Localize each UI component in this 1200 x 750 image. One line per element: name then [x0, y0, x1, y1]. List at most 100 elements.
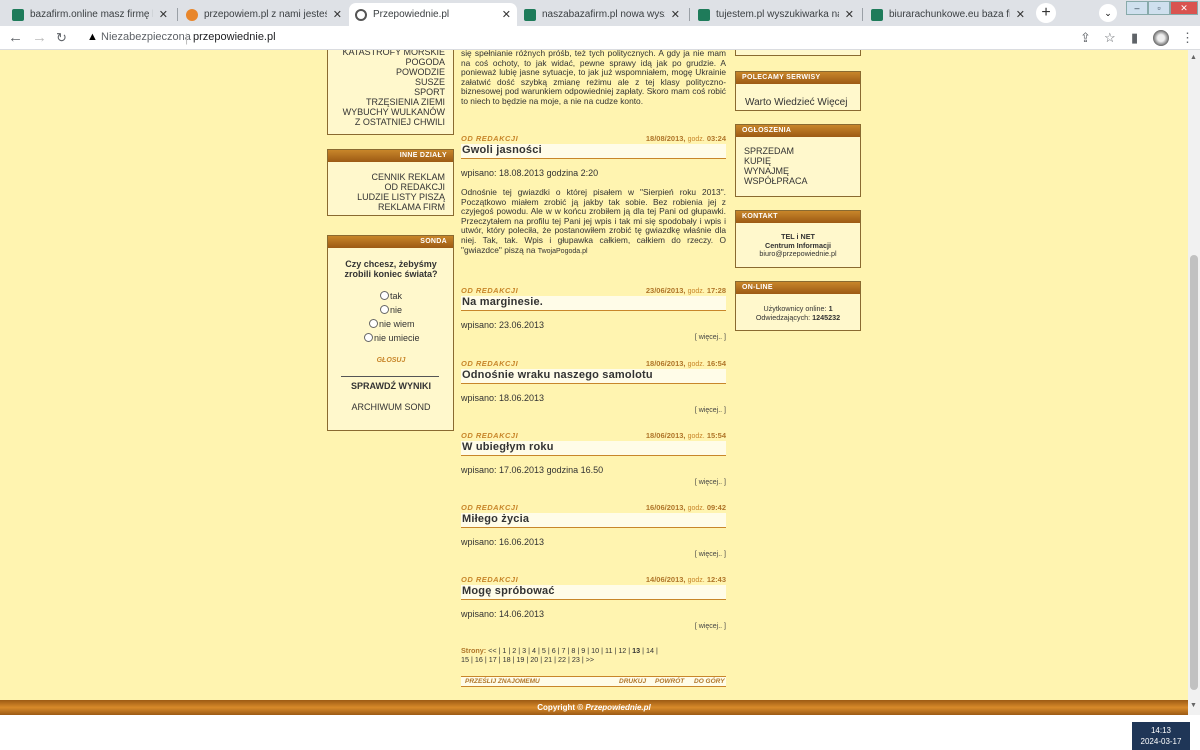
article-title[interactable]: W ubiegłym roku [461, 441, 726, 456]
scroll-down-arrow-icon[interactable]: ▼ [1190, 702, 1197, 709]
radio-button[interactable] [380, 291, 389, 300]
check-results-link[interactable]: SPRAWDŹ WYNIKI [333, 381, 449, 391]
category-link[interactable]: WYBUCHY WULKANÓW [328, 107, 453, 117]
close-icon[interactable]: ✕ [333, 8, 342, 21]
menu-kebab-icon[interactable]: ⋮ [1181, 30, 1194, 46]
category-link[interactable]: SUSZE [328, 77, 453, 87]
section-link[interactable]: REKLAMA FIRM [328, 202, 453, 212]
article-source-link[interactable]: TwojaPogoda.pl [538, 248, 588, 255]
category-link[interactable]: POGODA [328, 57, 453, 67]
minimize-button[interactable]: – [1126, 1, 1148, 15]
tab-biurarachunkowe[interactable]: biurarachunkowe.eu baza firm k ✕ [865, 3, 1031, 26]
category-link[interactable]: POWODZIE [328, 67, 453, 77]
tab-tujestem[interactable]: tujestem.pl wyszukiwarka naj ✕ [692, 3, 860, 26]
page-footer: Copyright © Przepowiednie.pl [0, 700, 1188, 715]
ad-category-link[interactable]: SPRZEDAM [744, 146, 860, 156]
poll-option-tak[interactable]: tak [380, 291, 402, 301]
not-secure-label[interactable]: Niezabezpieczona [101, 31, 191, 43]
send-to-friend-link[interactable]: PRZEŚLIJ ZNAJOMEMU [465, 677, 540, 686]
poll-archive-link[interactable]: ARCHIWUM SOND [333, 402, 449, 412]
article-category[interactable]: OD REDAKCJI [461, 359, 518, 369]
maximize-button[interactable]: ▫ [1148, 1, 1170, 15]
category-link[interactable]: SPORT [328, 87, 453, 97]
article-title[interactable]: Na marginesie. [461, 296, 726, 311]
article-header: OD REDAKCJI 18/06/2013, godz. 16:54 [461, 359, 726, 369]
ad-category-link[interactable]: WSPÓŁPRACA [744, 176, 860, 186]
close-icon[interactable]: ✕ [1016, 8, 1025, 21]
ad-category-link[interactable]: WYNAJMĘ [744, 166, 860, 176]
read-more-link[interactable]: [ więcej.. ] [461, 334, 726, 344]
profile-avatar[interactable] [1153, 30, 1169, 46]
date-value: 18/08/2013, [645, 134, 686, 143]
reload-icon[interactable]: ↻ [56, 29, 67, 46]
article-category[interactable]: OD REDAKCJI [461, 503, 518, 513]
article-date-written: wpisano: 18.06.2013 [461, 393, 545, 403]
pages-list[interactable]: | 14 | [640, 646, 658, 655]
pages-list-2[interactable]: 15 | 16 | 17 | 18 | 19 | 20 | 21 | 22 | … [461, 655, 594, 664]
print-link[interactable]: DRUKUJ [619, 677, 646, 686]
tab-przepowiednie[interactable]: Przepowiednie.pl ✕ [349, 3, 517, 26]
time-value: 12:43 [706, 575, 726, 584]
share-icon[interactable]: ⇪ [1080, 30, 1091, 46]
article-category[interactable]: OD REDAKCJI [461, 431, 518, 441]
section-link[interactable]: CENNIK REKLAM [328, 172, 453, 182]
article-title[interactable]: Odnośnie wraku naszego samolotu [461, 369, 726, 384]
tab-przepowiem[interactable]: przepowiem.pl z nami jesteś zna ✕ [180, 3, 348, 26]
radio-button[interactable] [364, 333, 373, 342]
polecamy-link[interactable]: Warto Wiedzieć Więcej [736, 84, 860, 108]
contact-email[interactable]: biuro@przepowiednie.pl [736, 250, 860, 259]
category-link[interactable]: Z OSTATNIEJ CHWILI [328, 117, 453, 127]
article-title[interactable]: Mogę spróbować [461, 585, 726, 600]
section-link[interactable]: OD REDAKCJI [328, 182, 453, 192]
back-icon[interactable]: ← [8, 29, 23, 46]
close-icon[interactable]: ✕ [159, 8, 168, 21]
taskbar-clock[interactable]: 14:13 2024-03-17 [1132, 722, 1190, 750]
pages-list[interactable]: << | 1 | 2 | 3 | 4 | 5 | 6 | 7 | 8 | 9 |… [488, 646, 632, 655]
tab-bazafirm[interactable]: bazafirm.online masz firmę kup ✕ [6, 3, 174, 26]
tab-search-button[interactable]: ⌄ [1099, 4, 1117, 22]
close-icon[interactable]: ✕ [502, 8, 511, 21]
read-more-link[interactable]: [ więcej.. ] [461, 623, 726, 633]
section-link[interactable]: LUDZIE LISTY PISZĄ [328, 192, 453, 202]
category-link[interactable]: TRZĘSIENIA ZIEMI [328, 97, 453, 107]
url-field[interactable]: przepowiednie.pl [193, 31, 276, 43]
close-icon[interactable]: ✕ [845, 8, 854, 21]
warning-icon[interactable]: ▲ [87, 31, 98, 43]
vote-button[interactable]: GŁOSUJ [333, 356, 449, 366]
read-more-link[interactable]: [ więcej.. ] [461, 407, 726, 417]
article-bottom-bar: PRZEŚLIJ ZNAJOMEMU DRUKUJ POWRÓT DO GÓRY [461, 676, 726, 687]
poll-option-nie-wiem[interactable]: nie wiem [369, 319, 415, 329]
new-tab-button[interactable]: + [1036, 3, 1056, 23]
close-icon[interactable]: ✕ [671, 8, 680, 21]
article-title[interactable]: Gwoli jasności [461, 144, 726, 159]
article-title[interactable]: Miłego życia [461, 513, 726, 528]
scroll-up-arrow-icon[interactable]: ▲ [1190, 54, 1197, 61]
read-more-link[interactable]: [ więcej.. ] [461, 479, 726, 489]
poll-option-nie-umiecie[interactable]: nie umiecie [364, 333, 420, 343]
radio-button[interactable] [380, 305, 389, 314]
kontakt-title: KONTAKT [736, 211, 860, 223]
window-close-button[interactable]: ✕ [1170, 1, 1198, 15]
article-category[interactable]: OD REDAKCJI [461, 575, 518, 585]
pages-label: Strony: [461, 646, 487, 655]
tab-naszabazafirm[interactable]: naszabazafirm.pl nowa wyszuki ✕ [518, 3, 686, 26]
to-top-link[interactable]: DO GÓRY [694, 677, 725, 686]
article-date-written: wpisano: 14.06.2013 [461, 609, 545, 619]
scrollbar-thumb[interactable] [1190, 255, 1198, 690]
bookmark-star-icon[interactable]: ☆ [1104, 30, 1116, 46]
ad-category-link[interactable]: KUPIĘ [744, 156, 860, 166]
poll-option-nie[interactable]: nie [380, 305, 402, 315]
category-link[interactable]: KATASTROFY MORSKIE [328, 50, 453, 57]
article-category[interactable]: OD REDAKCJI [461, 286, 518, 296]
article-category[interactable]: OD REDAKCJI [461, 134, 518, 144]
side-panel-icon[interactable]: ▮ [1131, 30, 1138, 46]
vertical-scrollbar[interactable]: ▲ ▼ [1188, 50, 1200, 715]
radio-button[interactable] [369, 319, 378, 328]
back-link[interactable]: POWRÓT [655, 677, 684, 686]
forward-icon[interactable]: → [32, 29, 47, 46]
date-godz: godz. [687, 136, 705, 143]
date-godz: godz. [687, 361, 705, 368]
read-more-link[interactable]: [ więcej.. ] [461, 551, 726, 561]
intro-text: się spełnianie różnych próśb, też tych p… [461, 50, 726, 106]
article-date: 14/06/2013, godz. 12:43 [646, 575, 726, 585]
